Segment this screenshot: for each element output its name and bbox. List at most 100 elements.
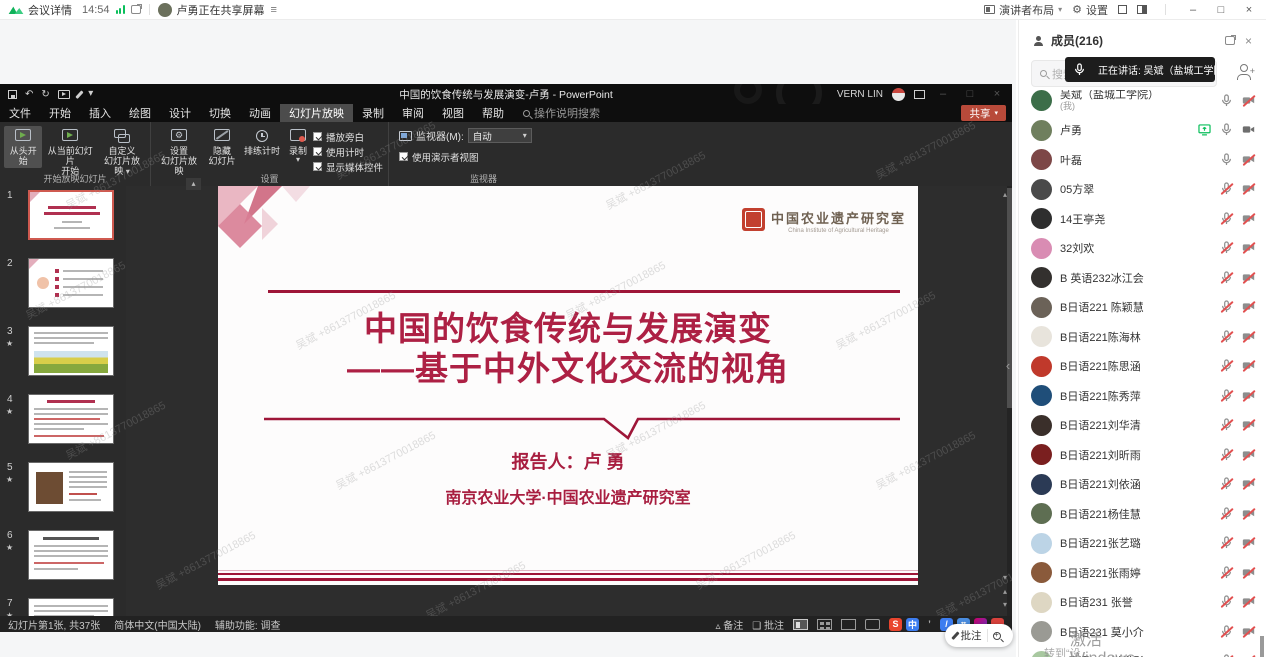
member-row[interactable]: 吴斌（盐城工学院）(我) bbox=[1019, 86, 1266, 116]
reading-view-button[interactable] bbox=[841, 619, 856, 630]
thumbnail-scrollbar[interactable] bbox=[1007, 186, 1012, 616]
member-row[interactable]: B日语221杨佳慧 bbox=[1019, 499, 1266, 529]
customize-qat-icon[interactable]: ▾ bbox=[88, 90, 93, 98]
member-row[interactable]: 14王亭尧 bbox=[1019, 204, 1266, 234]
tab-review[interactable]: 审阅 bbox=[393, 104, 433, 122]
camera-off-icon[interactable] bbox=[1242, 477, 1256, 491]
camera-off-icon[interactable] bbox=[1242, 536, 1256, 550]
mic-on-icon[interactable] bbox=[1220, 153, 1234, 167]
member-row[interactable]: B日语221刘华清 bbox=[1019, 411, 1266, 441]
tab-record[interactable]: 录制 bbox=[353, 104, 393, 122]
presenter-layout-button[interactable]: 演讲者布局▾ bbox=[984, 2, 1062, 18]
language-status[interactable]: 简体中文(中国大陆) bbox=[114, 617, 201, 632]
mic-on-icon[interactable] bbox=[1220, 94, 1234, 108]
member-row[interactable]: 叶磊 bbox=[1019, 145, 1266, 175]
ppt-close-button[interactable]: × bbox=[988, 88, 1006, 100]
popout-meeting-icon[interactable] bbox=[131, 5, 141, 14]
mic-muted-icon[interactable] bbox=[1220, 241, 1234, 255]
sogou-input-icon[interactable]: S bbox=[889, 618, 902, 631]
affiliation-line[interactable]: 南京农业大学·中国农业遗产研究室 bbox=[218, 484, 918, 508]
camera-off-icon[interactable] bbox=[1242, 271, 1256, 285]
ppt-minimize-button[interactable]: – bbox=[934, 88, 952, 100]
camera-off-icon[interactable] bbox=[1242, 212, 1256, 226]
account-name[interactable]: VERN LIN bbox=[837, 89, 883, 100]
camera-off-icon[interactable] bbox=[1242, 448, 1256, 462]
camera-off-icon[interactable] bbox=[1242, 182, 1256, 196]
member-row[interactable]: B日语231 张誉 bbox=[1019, 588, 1266, 618]
member-row[interactable]: B日语231 莫小介 bbox=[1019, 617, 1266, 647]
mic-muted-icon[interactable] bbox=[1220, 448, 1234, 462]
share-button[interactable]: 共享▾ bbox=[961, 105, 1006, 121]
tab-design[interactable]: 设计 bbox=[160, 104, 200, 122]
settings-button[interactable]: ⚙设置 bbox=[1072, 2, 1108, 18]
mic-muted-icon[interactable] bbox=[1220, 536, 1234, 550]
member-row[interactable]: B日语221张艺璐 bbox=[1019, 529, 1266, 559]
member-row[interactable]: B日语221刘依涵 bbox=[1019, 470, 1266, 500]
comments-button[interactable]: ❑ 批注 bbox=[752, 617, 784, 632]
mic-muted-icon[interactable] bbox=[1220, 477, 1234, 491]
camera-off-icon[interactable] bbox=[1242, 566, 1256, 580]
tab-insert[interactable]: 插入 bbox=[80, 104, 120, 122]
camera-off-icon[interactable] bbox=[1242, 94, 1256, 108]
mic-muted-icon[interactable] bbox=[1220, 418, 1234, 432]
annotate-button[interactable]: 批注 bbox=[961, 628, 982, 643]
from-current-slide-button[interactable]: 从当前幻灯片开始 bbox=[42, 126, 98, 178]
set-up-slideshow-button[interactable]: ⚙ 设置幻灯片放映 bbox=[155, 126, 203, 178]
punctuation-icon[interactable]: ’ bbox=[923, 618, 936, 631]
monitor-select[interactable]: 监视器(M): 自动▾ bbox=[399, 128, 574, 143]
member-row[interactable]: 32刘欢 bbox=[1019, 234, 1266, 264]
mic-on-icon[interactable] bbox=[1220, 123, 1234, 137]
hide-slide-button[interactable]: 隐藏幻灯片 bbox=[203, 126, 241, 168]
minimize-button[interactable]: – bbox=[1184, 4, 1202, 16]
notes-button[interactable]: ▵ 备注 bbox=[715, 617, 743, 632]
magnifier-icon[interactable] bbox=[993, 632, 1001, 640]
undo-icon[interactable]: ↶ bbox=[25, 89, 33, 100]
mic-muted-icon[interactable] bbox=[1220, 389, 1234, 403]
chinese-mode-icon[interactable]: 中 bbox=[906, 618, 919, 631]
mic-muted-icon[interactable] bbox=[1220, 300, 1234, 314]
camera-off-icon[interactable] bbox=[1242, 359, 1256, 373]
monitor-dropdown[interactable]: 自动▾ bbox=[468, 128, 532, 143]
ppt-maximize-button[interactable]: □ bbox=[961, 88, 979, 100]
member-row[interactable]: B日语221陈海林 bbox=[1019, 322, 1266, 352]
mic-muted-icon[interactable] bbox=[1220, 625, 1234, 639]
mic-muted-icon[interactable] bbox=[1220, 330, 1234, 344]
presenter-line[interactable]: 报告人：卢 勇 bbox=[218, 448, 918, 474]
camera-off-icon[interactable] bbox=[1242, 389, 1256, 403]
slide-title-line2[interactable]: ——基于中外文化交流的视角 bbox=[218, 342, 918, 390]
camera-off-icon[interactable] bbox=[1242, 330, 1256, 344]
add-member-icon[interactable]: + bbox=[1236, 64, 1254, 80]
slideshow-icon[interactable] bbox=[58, 90, 70, 99]
camera-on-icon[interactable] bbox=[1242, 123, 1256, 137]
member-row[interactable]: 卢勇 bbox=[1019, 116, 1266, 146]
rehearse-timings-button[interactable]: 排练计时 bbox=[241, 126, 283, 158]
member-row[interactable]: B 英语232冰江会 bbox=[1019, 263, 1266, 293]
mic-muted-icon[interactable] bbox=[1220, 359, 1234, 373]
member-row[interactable]: 05方翠 bbox=[1019, 175, 1266, 205]
camera-off-icon[interactable] bbox=[1242, 153, 1256, 167]
tab-view[interactable]: 视图 bbox=[433, 104, 473, 122]
mic-muted-icon[interactable] bbox=[1220, 507, 1234, 521]
member-row[interactable]: B日语221 陈颖慧 bbox=[1019, 293, 1266, 323]
member-row[interactable]: B日语221陈思涵 bbox=[1019, 352, 1266, 382]
slide-sorter-view-button[interactable] bbox=[817, 619, 832, 630]
camera-off-icon[interactable] bbox=[1242, 507, 1256, 521]
use-timings-checkbox[interactable]: 使用计时 bbox=[313, 144, 383, 159]
mic-muted-icon[interactable] bbox=[1220, 212, 1234, 226]
camera-off-icon[interactable] bbox=[1242, 241, 1256, 255]
tab-home[interactable]: 开始 bbox=[40, 104, 80, 122]
play-narrations-checkbox[interactable]: 播放旁白 bbox=[313, 129, 383, 144]
member-row[interactable]: B日语221张雨婷 bbox=[1019, 558, 1266, 588]
tab-animations[interactable]: 动画 bbox=[240, 104, 280, 122]
collapse-ribbon-button[interactable]: ▴ bbox=[186, 178, 201, 190]
normal-view-button[interactable] bbox=[793, 619, 808, 630]
from-beginning-button[interactable]: 从头开始 bbox=[4, 126, 42, 168]
mic-muted-icon[interactable] bbox=[1220, 566, 1234, 580]
pen-icon[interactable] bbox=[75, 90, 83, 98]
mic-muted-icon[interactable] bbox=[1220, 271, 1234, 285]
screen-sharing-icon[interactable] bbox=[1198, 123, 1212, 137]
record-button[interactable]: 录制 ▾ bbox=[283, 126, 313, 166]
members-scrollbar[interactable] bbox=[1260, 636, 1264, 657]
accessibility-status[interactable]: 辅助功能: 调查 bbox=[215, 617, 281, 632]
tab-slideshow[interactable]: 幻灯片放映 bbox=[280, 104, 353, 122]
